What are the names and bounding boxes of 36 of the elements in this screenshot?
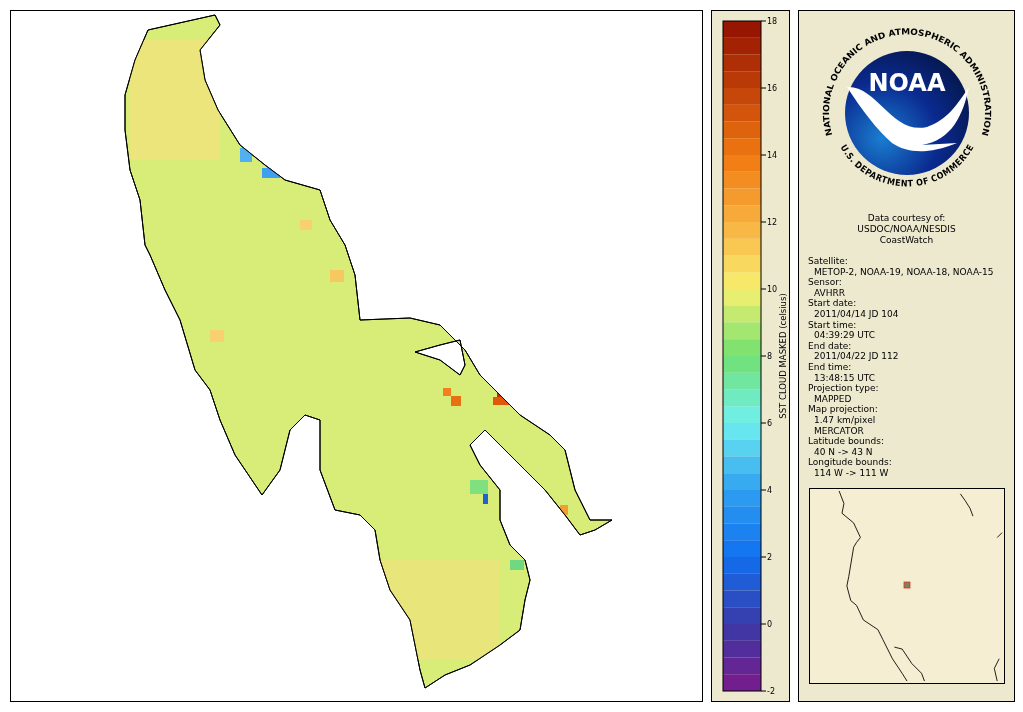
tick-label: 16 — [767, 84, 778, 93]
color-scale-title: SST CLOUD MASKED (celsius) — [778, 293, 788, 419]
field-label: End date: — [808, 340, 853, 352]
field-label: Start date: — [808, 298, 858, 309]
credit-text: CoastWatch — [879, 235, 934, 246]
tick-label: 14 — [767, 151, 778, 160]
tick-label: 4 — [767, 486, 773, 495]
credit-text: Data courtesy of: — [867, 213, 946, 224]
credit-text: USDOC/NOAA/NESDIS — [857, 224, 956, 235]
field-value: AVHRR — [813, 287, 846, 299]
field-value: 13:48:15 UTC — [813, 372, 877, 384]
field-value: 2011/04/14 JD 104 — [813, 308, 900, 320]
tick-label: -2 — [767, 687, 775, 696]
tick-label: 12 — [767, 218, 778, 227]
field-label: Longitude bounds: — [808, 457, 893, 468]
field-value: 40 N -> 43 N — [813, 446, 874, 458]
field-label: Sensor: — [808, 277, 843, 288]
field-value: MERCATOR — [813, 425, 865, 437]
tick-label: 2 — [767, 553, 773, 562]
field-label: Satellite: — [808, 256, 849, 267]
field-label: Latitude bounds: — [808, 436, 885, 447]
tick-label: 0 — [767, 620, 773, 629]
field-label: End time: — [808, 361, 853, 373]
field-value: 1.47 km/pixel — [813, 414, 877, 426]
field-label: Start time: — [808, 319, 858, 331]
field-value: 114 W -> 111 W — [813, 467, 890, 479]
tick-label: 8 — [767, 352, 773, 361]
field-value: METOP-2, NOAA-19, NOAA-18, NOAA-15 — [813, 266, 995, 278]
field-value: 04:39:29 UTC — [813, 330, 877, 341]
tick-label: 6 — [767, 419, 773, 428]
tick-label: 10 — [767, 285, 778, 294]
field-value: MAPPED — [813, 393, 853, 405]
field-value: 2011/04/22 JD 112 — [813, 351, 900, 362]
field-label: Map projection: — [808, 404, 879, 415]
field-label: Projection type: — [808, 383, 880, 394]
tick-label: 18 — [767, 17, 778, 26]
